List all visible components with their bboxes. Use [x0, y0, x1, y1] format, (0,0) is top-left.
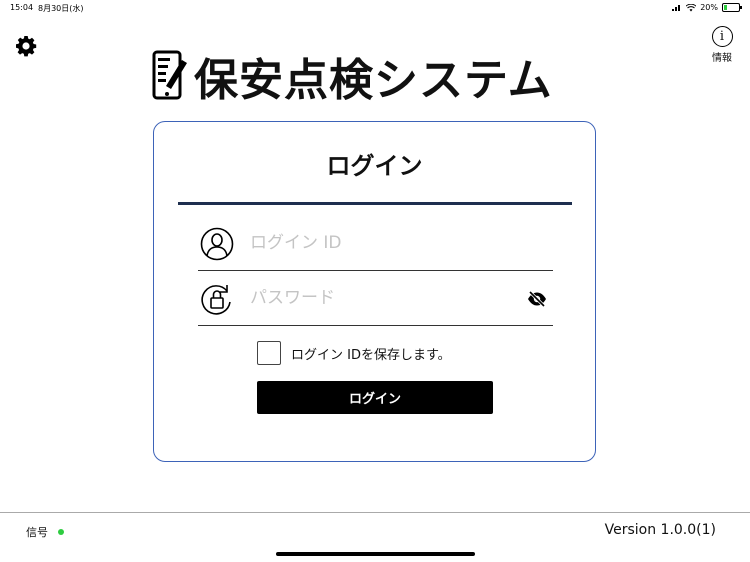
password-field [198, 272, 553, 326]
password-input[interactable] [250, 284, 510, 312]
info-icon: i [711, 26, 733, 47]
gear-icon [16, 36, 37, 57]
login-button[interactable]: ログイン [257, 381, 493, 414]
status-date: 8月30日(水) [38, 4, 84, 13]
settings-button[interactable] [14, 34, 38, 58]
user-icon [200, 227, 234, 261]
heading-divider [178, 202, 572, 205]
signal-indicator [58, 529, 64, 535]
login-heading: ログイン [326, 152, 423, 180]
version-label: Version 1.0.0(1) [604, 522, 716, 538]
remember-id: ログイン IDを保存します。 [257, 341, 451, 365]
app-title: 保安点検システム [152, 48, 553, 106]
battery-icon [722, 3, 742, 12]
remember-id-label: ログイン IDを保存します。 [291, 347, 451, 363]
info-button[interactable]: i 情報 [710, 26, 734, 64]
eye-off-icon[interactable] [527, 289, 547, 309]
signal-label: 信号 [26, 526, 48, 539]
lock-rotate-icon [201, 285, 231, 315]
signal-status: 信号 [26, 524, 64, 540]
battery-percent: 20% [700, 3, 718, 12]
cellular-signal-icon [672, 5, 681, 11]
login-id-field [198, 217, 553, 271]
remember-id-checkbox[interactable] [257, 341, 281, 365]
login-id-input[interactable] [250, 229, 510, 257]
footer-divider [0, 512, 750, 513]
wifi-icon [686, 3, 697, 11]
app-title-text: 保安点検システム [194, 55, 553, 106]
document-edit-icon [152, 50, 187, 100]
home-indicator[interactable] [276, 552, 475, 556]
status-right: 20% [672, 3, 742, 12]
status-bar: 15:04 8月30日(水) 20% [0, 0, 750, 16]
status-time: 15:04 [10, 3, 34, 12]
info-label: 情報 [712, 53, 732, 64]
